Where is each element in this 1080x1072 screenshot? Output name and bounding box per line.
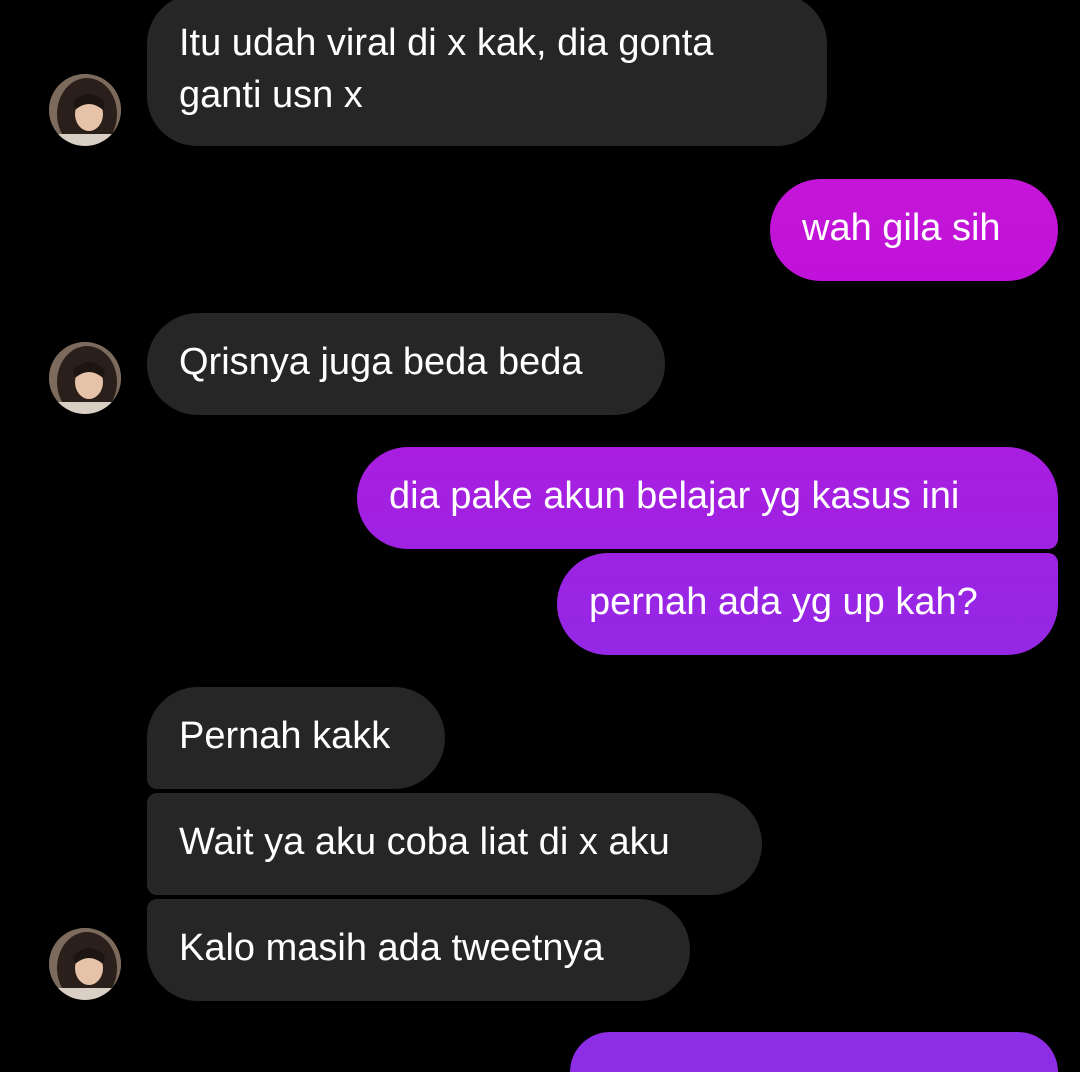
outgoing-message[interactable]: pernah ada yg up kah?	[557, 553, 1058, 655]
incoming-message[interactable]: Pernah kakk	[147, 687, 445, 789]
incoming-message[interactable]: Itu udah viral di x kak, dia gonta ganti…	[147, 0, 827, 146]
incoming-message[interactable]: Wait ya aku coba liat di x aku	[147, 793, 762, 895]
contact-avatar-photo[interactable]	[49, 74, 121, 146]
avatar-image	[49, 928, 121, 1000]
message-thread[interactable]: Itu udah viral di x kak, dia gonta ganti…	[0, 0, 1080, 1072]
contact-avatar-photo[interactable]	[49, 928, 121, 1000]
incoming-message[interactable]: Kalo masih ada tweetnya	[147, 899, 690, 1001]
outgoing-message[interactable]: wah gila sih	[770, 179, 1058, 281]
avatar-image	[49, 74, 121, 146]
contact-avatar-photo[interactable]	[49, 342, 121, 414]
avatar-image	[49, 342, 121, 414]
incoming-message[interactable]: Qrisnya juga beda beda	[147, 313, 665, 415]
outgoing-message-partial[interactable]	[570, 1032, 1058, 1072]
outgoing-message[interactable]: dia pake akun belajar yg kasus ini	[357, 447, 1058, 549]
